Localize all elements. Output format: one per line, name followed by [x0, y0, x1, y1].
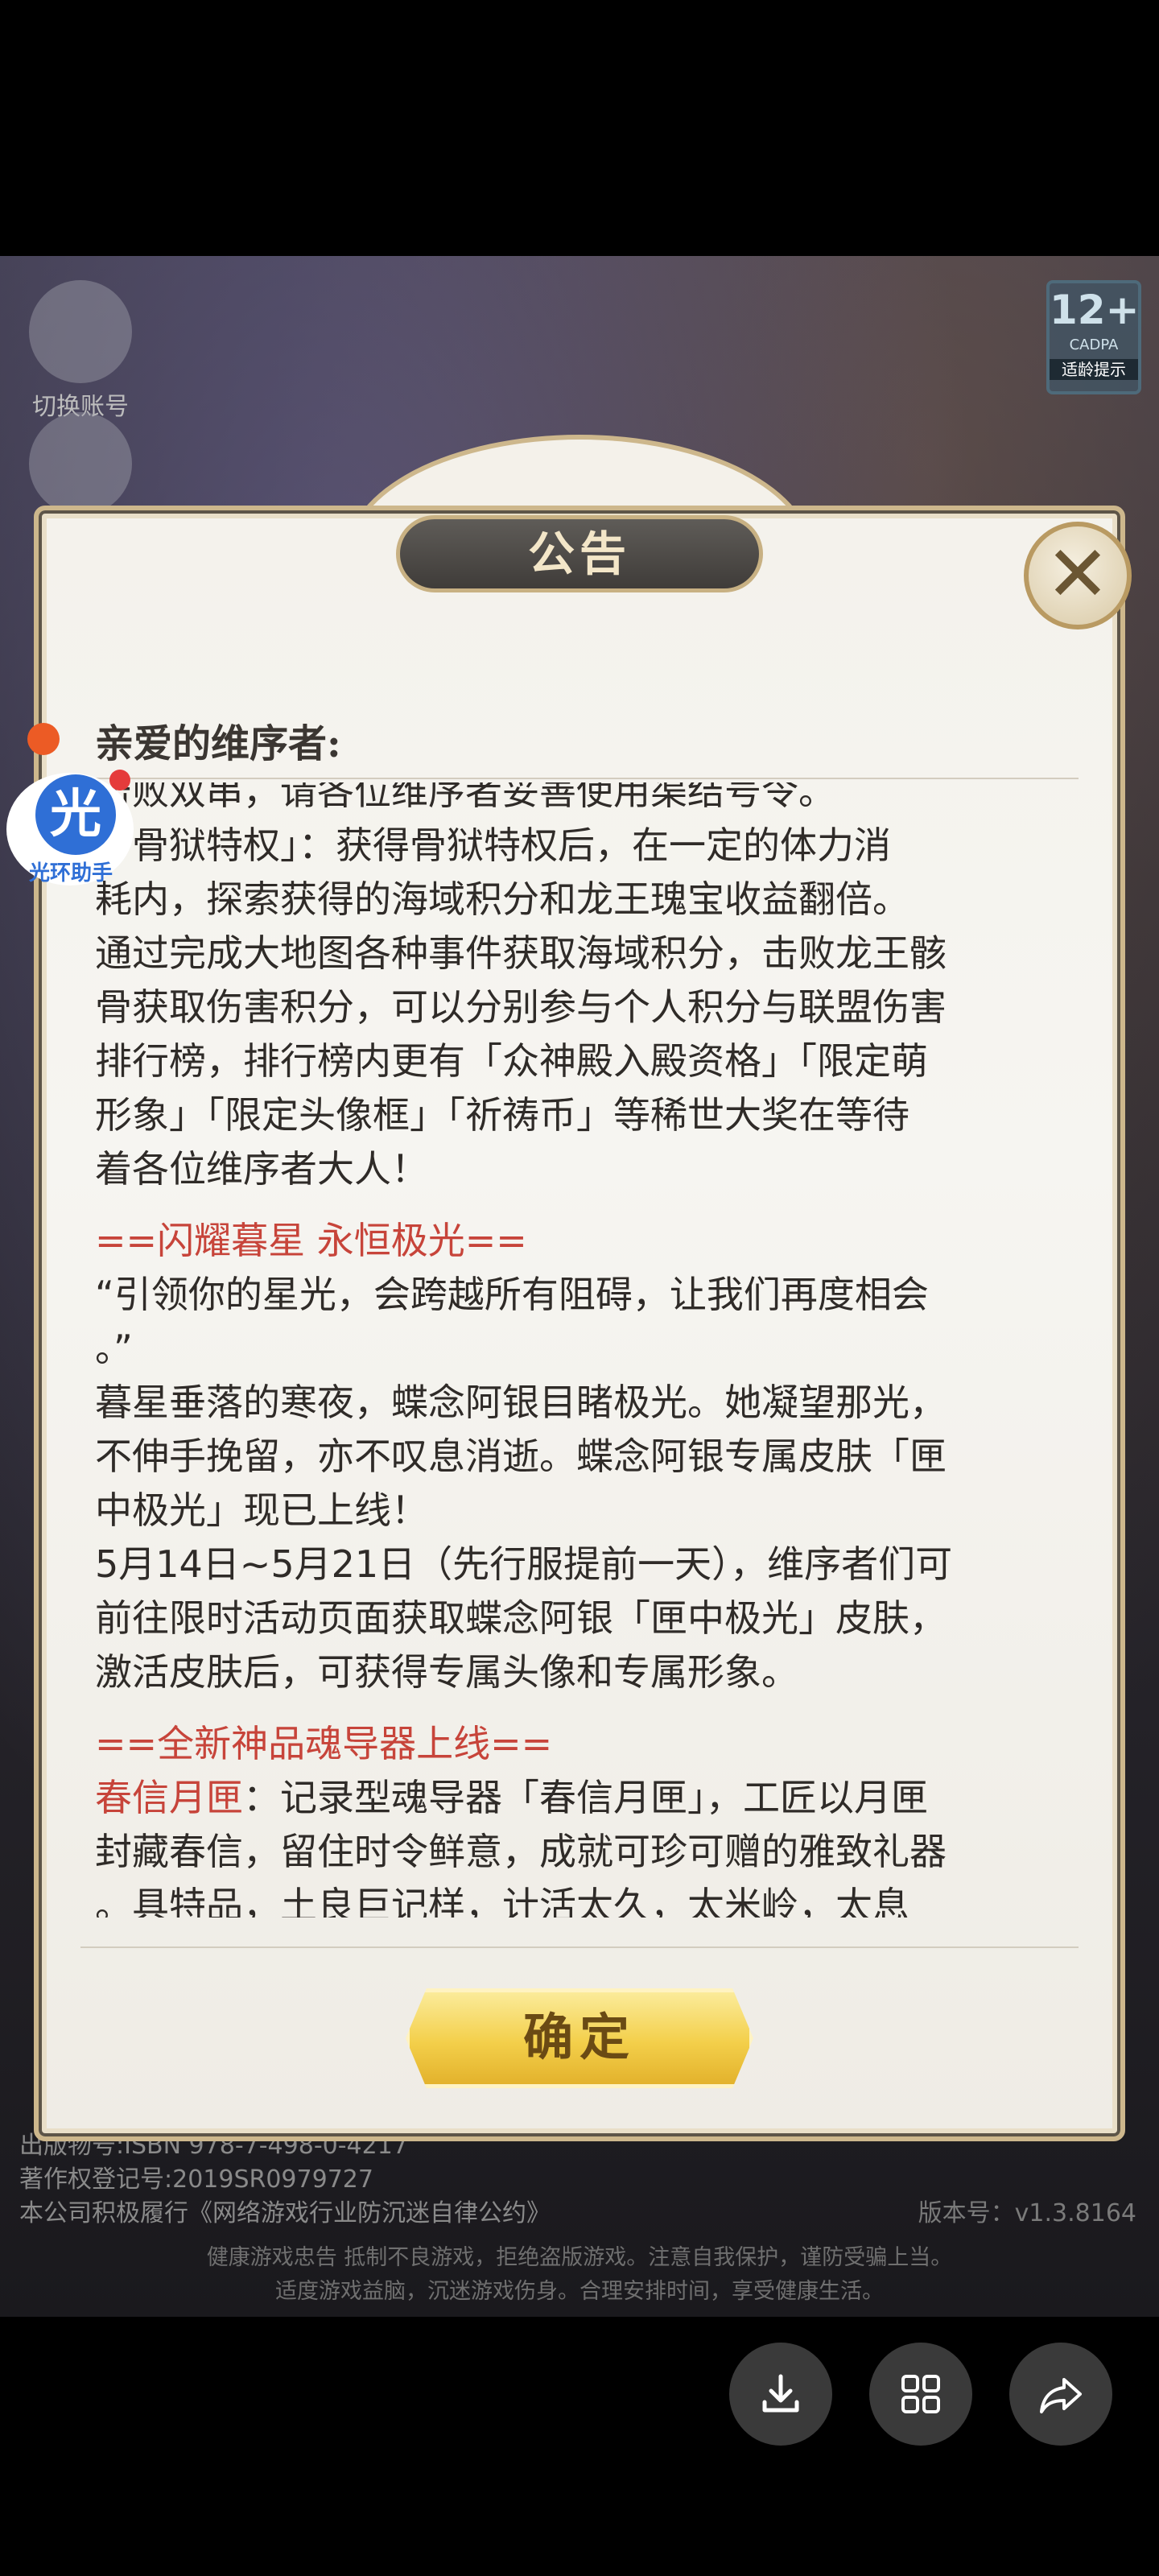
announcement-scroll-area[interactable]: 击败双串，请各位维序者妥善使用渠结号令。「骨狱特权」：获得骨狱特权后，在一定的体…	[95, 782, 1077, 1918]
announcement-line: 激活皮肤后，可获得专属头像和专属形象。	[95, 1650, 798, 1694]
download-icon	[762, 2374, 799, 2413]
announcement-line: 暮星垂落的寒夜，蝶念阿银目睹极光。她凝望那光，	[95, 1381, 947, 1424]
announcement-content: 击败双串，请各位维序者妥善使用渠结号令。「骨狱特权」：获得骨狱特权后，在一定的体…	[95, 782, 1077, 1918]
megaphone-icon	[29, 412, 132, 515]
section-heading: ==全新神品魂导器上线==	[95, 1722, 553, 1765]
item-description: ：记录型魂导器「春信月匣」，工匠以月匣	[243, 1776, 928, 1819]
health-advice-line2: 适度游戏益脑，沉迷游戏伤身。合理安排时间，享受健康生活。	[275, 2279, 884, 2304]
age-rating-org: CADPA	[1069, 336, 1119, 353]
grid-icon	[901, 2375, 940, 2413]
more-apps-button[interactable]	[869, 2343, 972, 2446]
announcement-line: 中极光」现已上线！	[95, 1488, 428, 1532]
announcement-line: 击败双串，请各位维序者妥善使用渠结号令。	[95, 782, 835, 813]
close-icon: ✕	[1045, 529, 1111, 619]
announcement-line: 排行榜，排行榜内更有「众神殿入殿资格」「限定萌	[95, 1039, 928, 1083]
switch-account-button[interactable]: 切换账号	[24, 280, 137, 422]
announcement-line: 春信月匣：记录型魂导器「春信月匣」，工匠以月匣	[95, 1771, 1077, 1825]
version-text: 版本号：v1.3.8164	[918, 2199, 1136, 2227]
greeting: 亲爱的维序者:	[95, 721, 341, 766]
assistant-label: 光环助手	[29, 861, 113, 886]
age-rating: 12+	[1050, 287, 1140, 333]
announcement-line: 通过完成大地图各种事件获取海域积分，击败龙王骸	[95, 931, 947, 975]
share-button[interactable]	[1009, 2343, 1112, 2446]
announcement-line: 。具特品，土良巨记样，计活太久，太米岭，太息	[95, 1884, 909, 1918]
health-advice-line1: 健康游戏忠告 抵制不良游戏，拒绝盗版游戏。注意自我保护，谨防受骗上当。	[206, 2245, 953, 2270]
share-icon	[1040, 2378, 1082, 2413]
section-heading: ==闪耀暮星 永恒极光==	[95, 1219, 527, 1262]
announcement-line: 着各位维序者大人！	[95, 1147, 428, 1191]
avatar-icon	[29, 280, 132, 383]
item-name: 春信月匣	[95, 1776, 243, 1819]
dialog-title: 公告	[396, 515, 763, 592]
download-button[interactable]	[729, 2343, 832, 2446]
assistant-widget[interactable]: 光 光环助手	[6, 765, 135, 886]
divider-bottom	[80, 1946, 1079, 1948]
confirm-button[interactable]: 确定	[406, 1988, 753, 2088]
announcement-line: 。”	[95, 1327, 133, 1370]
copyright-number: 著作权登记号:2019SR0979727	[19, 2165, 373, 2194]
assistant-badge	[109, 770, 130, 791]
announcement-line: “引领你的星光，会跨越所有阻碍，让我们再度相会	[95, 1273, 929, 1316]
age-rating-hint: 适龄提示	[1050, 359, 1138, 380]
announcement-line: 形象」「限定头像框」「祈祷币」等稀世大奖在等待	[95, 1093, 909, 1137]
announcement-line: 5月14日~5月21日（先行服提前一天），维序者们可	[95, 1542, 953, 1586]
notification-dot	[27, 723, 60, 755]
announcement-line: 封藏春信，留住时令鲜意，成就可珍可赠的雅致礼器	[95, 1830, 947, 1873]
age-rating-badge: 12+ CADPA 适龄提示	[1046, 280, 1141, 394]
announcement-line: 前往限时活动页面获取蝶念阿银「匣中极光」皮肤，	[95, 1596, 947, 1640]
assistant-icon: 光	[35, 774, 116, 855]
close-button[interactable]: ✕	[1024, 522, 1132, 630]
divider-top	[80, 778, 1079, 779]
announcement-line: 「骨狱特权」：获得骨狱特权后，在一定的体力消	[95, 824, 891, 867]
anti-addiction-note: 本公司积极履行《网络游戏行业防沉迷自律公约》	[19, 2199, 551, 2227]
announcement-line: 耗内，探索获得的海域积分和龙王瑰宝收益翻倍。	[95, 877, 909, 921]
announcement-line: 不伸手挽留，亦不叹息消逝。蝶念阿银专属皮肤「匣	[95, 1435, 947, 1478]
announcement-line: 骨获取伤害积分，可以分别参与个人积分与联盟伤害	[95, 985, 947, 1029]
